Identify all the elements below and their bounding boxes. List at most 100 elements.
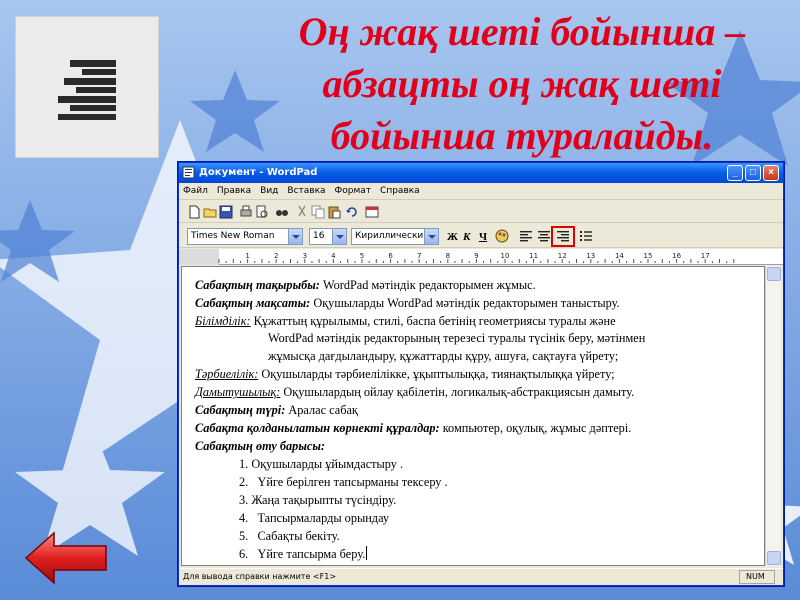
undo-icon[interactable] <box>345 205 359 219</box>
goal-label: Сабақтың мақсаты: <box>195 296 311 310</box>
type-label: Сабақтың түрі: <box>195 403 286 417</box>
ruler-number: 14 <box>615 252 624 260</box>
edu-text: Құжаттың құрылымы, стилі, баспа бетінің … <box>250 314 616 328</box>
format-toolbar: Times New Roman 16 Кириллический Ж К Ч <box>179 224 783 248</box>
slide-title-line-2: абзацты оң жақ шеті <box>322 61 722 106</box>
aids-label: Сабақта қолданылатын көрнекті құралдар: <box>195 421 440 435</box>
dev-label: Дамытушылық: <box>195 385 281 399</box>
script-select[interactable]: Кириллический <box>351 228 439 245</box>
ruler-number: 17 <box>701 252 710 260</box>
text-cursor <box>366 546 368 560</box>
upbringing-text: Оқушыларды тәрбиелілікке, ұқыптылыққа, т… <box>258 367 615 381</box>
scroll-down-icon[interactable] <box>767 551 781 565</box>
doc-edu-cont2: жұмысқа дағдыландыру, құжаттарды құру, а… <box>268 349 619 363</box>
insert-datetime-icon[interactable] <box>365 205 379 219</box>
menu-edit[interactable]: Правка <box>213 183 256 196</box>
paste-icon[interactable] <box>327 205 341 219</box>
new-document-icon[interactable] <box>187 205 201 219</box>
document-area[interactable]: Сабақтың тақырыбы: WordPad мәтіндік реда… <box>181 266 765 566</box>
dev-text: Оқушылардың ойлау қабілетін, логикалық-а… <box>280 385 635 399</box>
align-right-highlight <box>551 226 575 247</box>
chevron-down-icon[interactable] <box>288 229 302 244</box>
upbringing-label: Тәрбиелілік: <box>195 367 259 381</box>
print-preview-icon[interactable] <box>255 205 269 219</box>
align-center-icon[interactable] <box>537 230 551 242</box>
ruler-number: 6 <box>388 252 393 260</box>
doc-topic-line: Сабақтың тақырыбы: WordPad мәтіндік реда… <box>195 277 536 293</box>
wordpad-window: Документ - WordPad _ □ × Файл Правка Вид Вс… <box>178 162 784 586</box>
minimize-button[interactable]: _ <box>727 165 743 181</box>
ruler-number: 16 <box>672 252 681 260</box>
chevron-down-icon[interactable] <box>424 229 438 244</box>
doc-goal-line: Сабақтың мақсаты: Оқушыларды WordPad мәт… <box>195 295 620 311</box>
edu-label: Білімділік: <box>195 314 251 328</box>
progress-label: Сабақтың өту барысы: <box>195 439 325 453</box>
cut-icon[interactable] <box>295 205 309 219</box>
step-number: 3. <box>239 493 249 507</box>
ruler-number: 8 <box>446 252 450 260</box>
align-right-icon <box>15 16 159 158</box>
menu-view[interactable]: Вид <box>256 183 283 196</box>
ruler-number: 2 <box>274 252 278 260</box>
find-icon[interactable] <box>275 205 289 219</box>
doc-edu-line: Білімділік: Құжаттың құрылымы, стилі, ба… <box>195 313 616 329</box>
step-text: Тапсырмаларды орындау <box>257 511 390 525</box>
step-item: 6. Үйге тапсырма беру. <box>239 546 368 562</box>
step-number: 4. <box>239 511 249 525</box>
font-size-value: 16 <box>313 231 325 241</box>
font-name-select[interactable]: Times New Roman <box>187 228 303 245</box>
num-lock-indicator: NUM <box>739 570 775 584</box>
topic-label: Сабақтың тақырыбы: <box>195 278 320 292</box>
ruler-number: 12 <box>558 252 567 260</box>
color-palette-icon[interactable] <box>495 229 509 243</box>
step-number: 1. <box>239 457 249 471</box>
align-left-icon[interactable] <box>519 230 533 242</box>
bold-button[interactable]: Ж <box>447 230 458 244</box>
doc-progress-line: Сабақтың өту барысы: <box>195 438 325 454</box>
ruler-number: 15 <box>644 252 653 260</box>
step-number: 2. <box>239 475 249 489</box>
script-value: Кириллический <box>355 231 430 241</box>
copy-icon[interactable] <box>311 205 325 219</box>
bullets-icon[interactable] <box>579 230 593 242</box>
print-icon[interactable] <box>239 205 253 219</box>
menu-bar: Файл Правка Вид Вставка Формат Справка <box>179 183 783 200</box>
maximize-button[interactable]: □ <box>745 165 761 181</box>
menu-format[interactable]: Формат <box>331 183 377 196</box>
goal-text: Оқушыларды WordPad мәтіндік редакторымен… <box>310 296 620 310</box>
scroll-up-icon[interactable] <box>767 267 781 281</box>
step-text: Үйге тапсырма беру. <box>257 547 366 561</box>
standard-toolbar <box>179 201 783 223</box>
menu-file[interactable]: Файл <box>179 183 213 196</box>
step-number: 6. <box>239 547 249 561</box>
ruler-number: 10 <box>501 252 510 260</box>
menu-insert[interactable]: Вставка <box>283 183 330 196</box>
slide-title: Оң жақ шеті бойынша – абзацты оң жақ шет… <box>248 6 796 162</box>
slide-title-line-1: Оң жақ шеті бойынша – <box>298 9 746 54</box>
window-titlebar[interactable]: Документ - WordPad _ □ × <box>179 163 783 183</box>
ruler-number: 4 <box>331 252 336 260</box>
close-button[interactable]: × <box>763 165 779 181</box>
underline-button[interactable]: Ч <box>479 230 487 244</box>
back-arrow-icon[interactable] <box>24 530 108 586</box>
menu-help[interactable]: Справка <box>376 183 425 196</box>
ruler-number: 1 <box>245 252 249 260</box>
doc-edu-cont1: WordPad мәтіндік редакторының терезесі т… <box>268 331 646 345</box>
ruler-number: 3 <box>303 252 307 260</box>
font-name-value: Times New Roman <box>191 231 275 241</box>
step-item: 2. Үйге берілген тапсырманы тексеру . <box>239 474 448 490</box>
step-item: 4. Тапсырмаларды орындау <box>239 510 389 526</box>
wordpad-app-icon <box>182 166 195 179</box>
step-text: Үйге берілген тапсырманы тексеру . <box>257 475 448 489</box>
vertical-scrollbar[interactable] <box>765 266 781 566</box>
font-size-select[interactable]: 16 <box>309 228 347 245</box>
open-folder-icon[interactable] <box>203 205 217 219</box>
doc-upbringing-line: Тәрбиелілік: Оқушыларды тәрбиелілікке, ұ… <box>195 366 615 382</box>
italic-button[interactable]: К <box>463 230 470 244</box>
status-bar: Для вывода справки нажмите <F1> NUM <box>179 568 783 585</box>
type-text: Аралас сабақ <box>285 403 358 417</box>
ruler: 1 2 3 4 5 6 7 8 9 10 11 12 13 14 15 16 17 <box>179 249 783 265</box>
chevron-down-icon[interactable] <box>332 229 346 244</box>
step-item: 3. Жаңа тақырыпты түсіндіру. <box>239 492 396 508</box>
save-icon[interactable] <box>219 205 233 219</box>
